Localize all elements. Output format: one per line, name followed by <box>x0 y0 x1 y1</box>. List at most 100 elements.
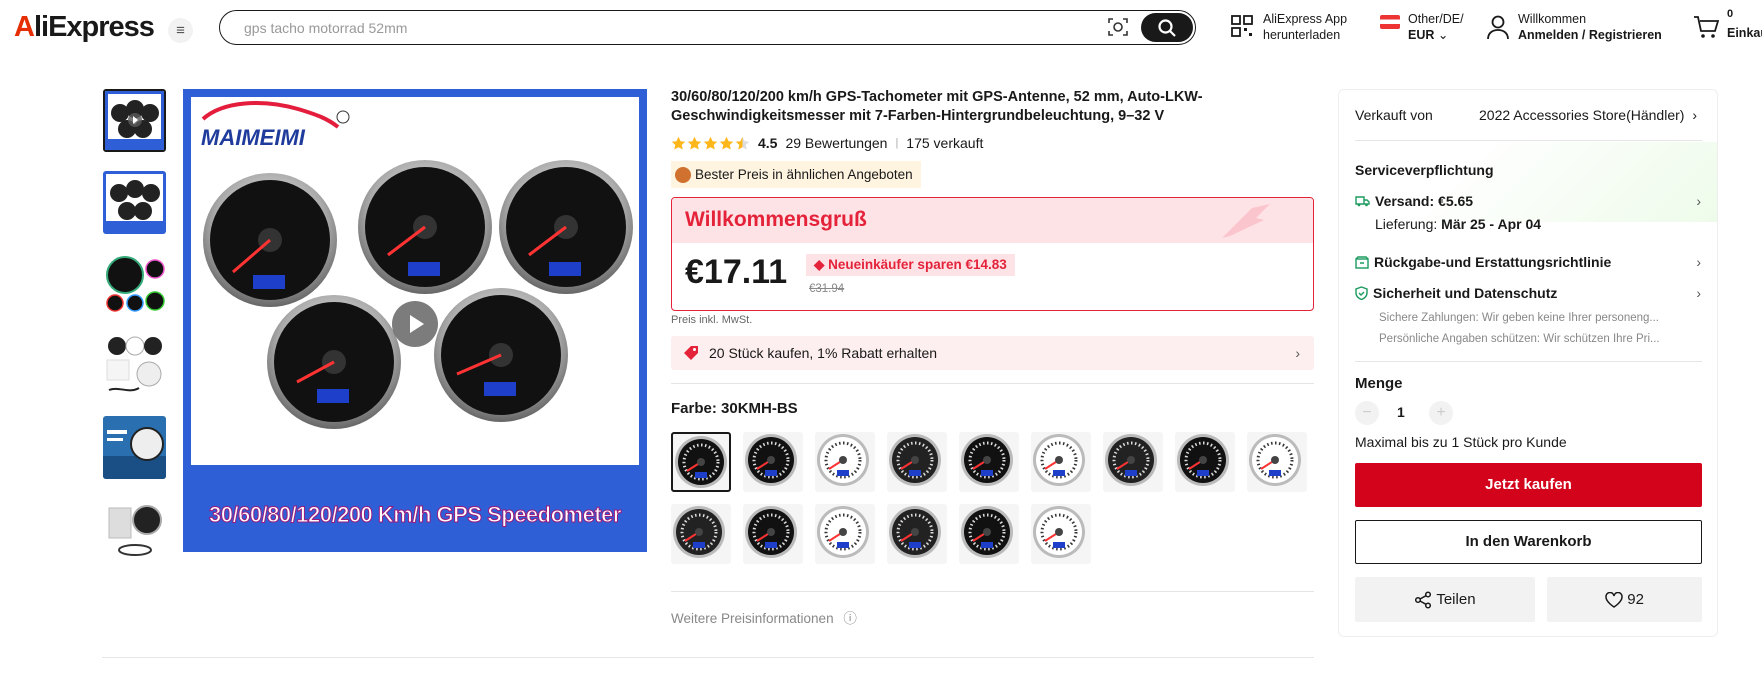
store-name: 2022 Accessories Store(Händler) <box>1479 107 1685 123</box>
region-line1: Other/DE/ <box>1408 12 1464 26</box>
color-swatch[interactable] <box>1031 504 1091 564</box>
quantity-increase-button[interactable]: + <box>1429 401 1453 425</box>
current-price: €17.11 <box>685 253 788 291</box>
color-label: Farbe: 30KMH-BS <box>671 400 798 417</box>
gauge-thumbnail <box>103 253 166 316</box>
color-swatch[interactable] <box>815 432 875 492</box>
app-download-link[interactable]: AliExpress App herunterladen <box>1263 11 1347 43</box>
color-swatch[interactable] <box>959 432 1019 492</box>
color-swatch[interactable] <box>1247 432 1307 492</box>
color-swatch[interactable] <box>1031 432 1091 492</box>
star-icon <box>687 136 702 149</box>
return-policy-row[interactable]: Rückgabe-und Erstattungsrichtlinie <box>1355 254 1611 270</box>
chevron-right-icon: › <box>1692 107 1697 123</box>
color-swatch[interactable] <box>959 504 1019 564</box>
product-title: 30/60/80/120/200 km/h GPS-Tachometer mit… <box>671 89 1203 124</box>
rating-stars[interactable] <box>671 136 750 151</box>
store-link[interactable]: 2022 Accessories Store(Händler) › <box>1479 107 1704 123</box>
account-menu[interactable]: Willkommen Anmelden / Registrieren <box>1518 11 1662 43</box>
bulk-discount-row[interactable]: 20 Stück kaufen, 1% Rabatt erhalten › <box>671 336 1314 370</box>
shipping-row[interactable]: Versand: €5.65 <box>1355 193 1473 209</box>
secure-payment-text: Sichere Zahlungen: Wir geben keine Ihrer… <box>1379 312 1659 324</box>
star-icon <box>671 136 686 149</box>
buy-now-button[interactable]: Jetzt kaufen <box>1355 463 1702 507</box>
quantity-value[interactable]: 1 <box>1397 404 1405 420</box>
user-icon[interactable] <box>1486 14 1510 40</box>
color-swatch[interactable] <box>1103 432 1163 492</box>
gauge-swatch-image <box>1249 434 1301 486</box>
rating-value: 4.5 <box>758 135 778 151</box>
sign-in-link[interactable]: Anmelden / Registrieren <box>1518 28 1662 42</box>
review-count-link[interactable]: 29 Bewertungen <box>785 135 887 151</box>
gauge-swatch-image <box>1177 434 1229 486</box>
sold-by-label: Verkauft von <box>1355 107 1433 123</box>
chevron-right-icon[interactable]: › <box>1696 285 1701 301</box>
gallery-thumb[interactable] <box>103 498 166 561</box>
welcome-deal-box: Willkommensgruß €17.11 ◆ Neueinkäufer sp… <box>671 197 1314 311</box>
max-quantity-note: Maximal bis zu 1 Stück pro Kunde <box>1355 434 1567 450</box>
info-icon[interactable]: ⓘ <box>843 611 857 626</box>
brand-logo-text: MAIMEIMI <box>201 125 306 150</box>
color-swatch[interactable] <box>887 504 947 564</box>
gallery-thumb[interactable] <box>103 416 166 479</box>
section-divider <box>671 383 1314 384</box>
delivery-dates: Mär 25 - Apr 04 <box>1441 216 1542 232</box>
color-swatch[interactable] <box>743 504 803 564</box>
color-swatch[interactable] <box>743 432 803 492</box>
chevron-right-icon[interactable]: › <box>1696 254 1701 270</box>
video-play-icon[interactable] <box>392 301 438 347</box>
chevron-right-icon: › <box>1295 345 1300 361</box>
gauge-thumbnail <box>103 334 166 397</box>
shield-icon <box>1355 286 1368 300</box>
region-selector[interactable]: Other/DE/ EUR ⌄ <box>1408 11 1464 43</box>
search-bar <box>219 10 1196 45</box>
gallery-thumb[interactable] <box>103 253 166 316</box>
star-icon <box>719 136 734 149</box>
category-menu-icon[interactable]: ≡ <box>168 18 193 43</box>
aliexpress-logo[interactable]: AliExpress <box>14 11 155 44</box>
security-row[interactable]: Sicherheit und Datenschutz <box>1355 285 1557 301</box>
gallery-thumb[interactable] <box>103 171 166 234</box>
gauge-swatch-image <box>675 436 727 488</box>
color-swatch[interactable] <box>887 432 947 492</box>
privacy-text: Persönliche Angaben schützen: Wir schütz… <box>1379 333 1660 345</box>
main-product-image[interactable]: MAIMEIMI 30/60/80/120/200 Km/h GPS Speed… <box>183 89 647 552</box>
star-icon <box>703 136 718 149</box>
search-button[interactable] <box>1141 13 1193 42</box>
gauge-swatch-image <box>889 434 941 486</box>
new-buyer-saving-text: Neueinkäufer sparen €14.83 <box>828 257 1007 272</box>
wishlist-button[interactable]: 92 <box>1547 577 1702 622</box>
logo-letter-a: A <box>14 11 35 43</box>
color-swatch[interactable] <box>815 504 875 564</box>
product-photo: MAIMEIMI <box>191 97 639 465</box>
gallery-thumb-video[interactable] <box>103 89 166 152</box>
tax-note: Preis inkl. MwSt. <box>671 314 753 326</box>
add-to-cart-button[interactable]: In den Warenkorb <box>1355 520 1702 564</box>
search-input[interactable] <box>244 18 1084 38</box>
section-divider <box>671 591 1314 592</box>
cart-label[interactable]: Einkau <box>1727 25 1762 41</box>
account-greeting: Willkommen <box>1518 12 1587 26</box>
image-banner-text: 30/60/80/120/200 Km/h GPS Speedometer <box>209 502 622 528</box>
more-price-info-link[interactable]: Weitere Preisinformationen ⓘ <box>671 607 857 627</box>
gauge-swatch-image <box>673 506 725 558</box>
app-line2: herunterladen <box>1263 28 1341 42</box>
image-search-icon[interactable] <box>1107 17 1129 37</box>
service-title: Serviceverpflichtung <box>1355 162 1494 178</box>
app-line1: AliExpress App <box>1263 12 1348 26</box>
quantity-decrease-button[interactable]: − <box>1355 401 1379 425</box>
cart-icon[interactable] <box>1693 15 1719 39</box>
chevron-right-icon[interactable]: › <box>1696 193 1701 209</box>
color-swatch[interactable] <box>1175 432 1235 492</box>
color-swatch[interactable] <box>671 432 731 492</box>
share-button[interactable]: Teilen <box>1355 577 1535 622</box>
qr-code-icon[interactable] <box>1231 15 1253 37</box>
gallery-thumb[interactable] <box>103 334 166 397</box>
gauge-swatch-image <box>745 434 797 486</box>
wishlist-count: 92 <box>1627 591 1644 608</box>
original-price: €31.94 <box>809 283 845 295</box>
gauge-swatch-image <box>1033 434 1085 486</box>
color-swatch[interactable] <box>671 504 731 564</box>
coupon-tag-icon <box>684 346 698 360</box>
shipping-cost: Versand: €5.65 <box>1375 193 1474 209</box>
